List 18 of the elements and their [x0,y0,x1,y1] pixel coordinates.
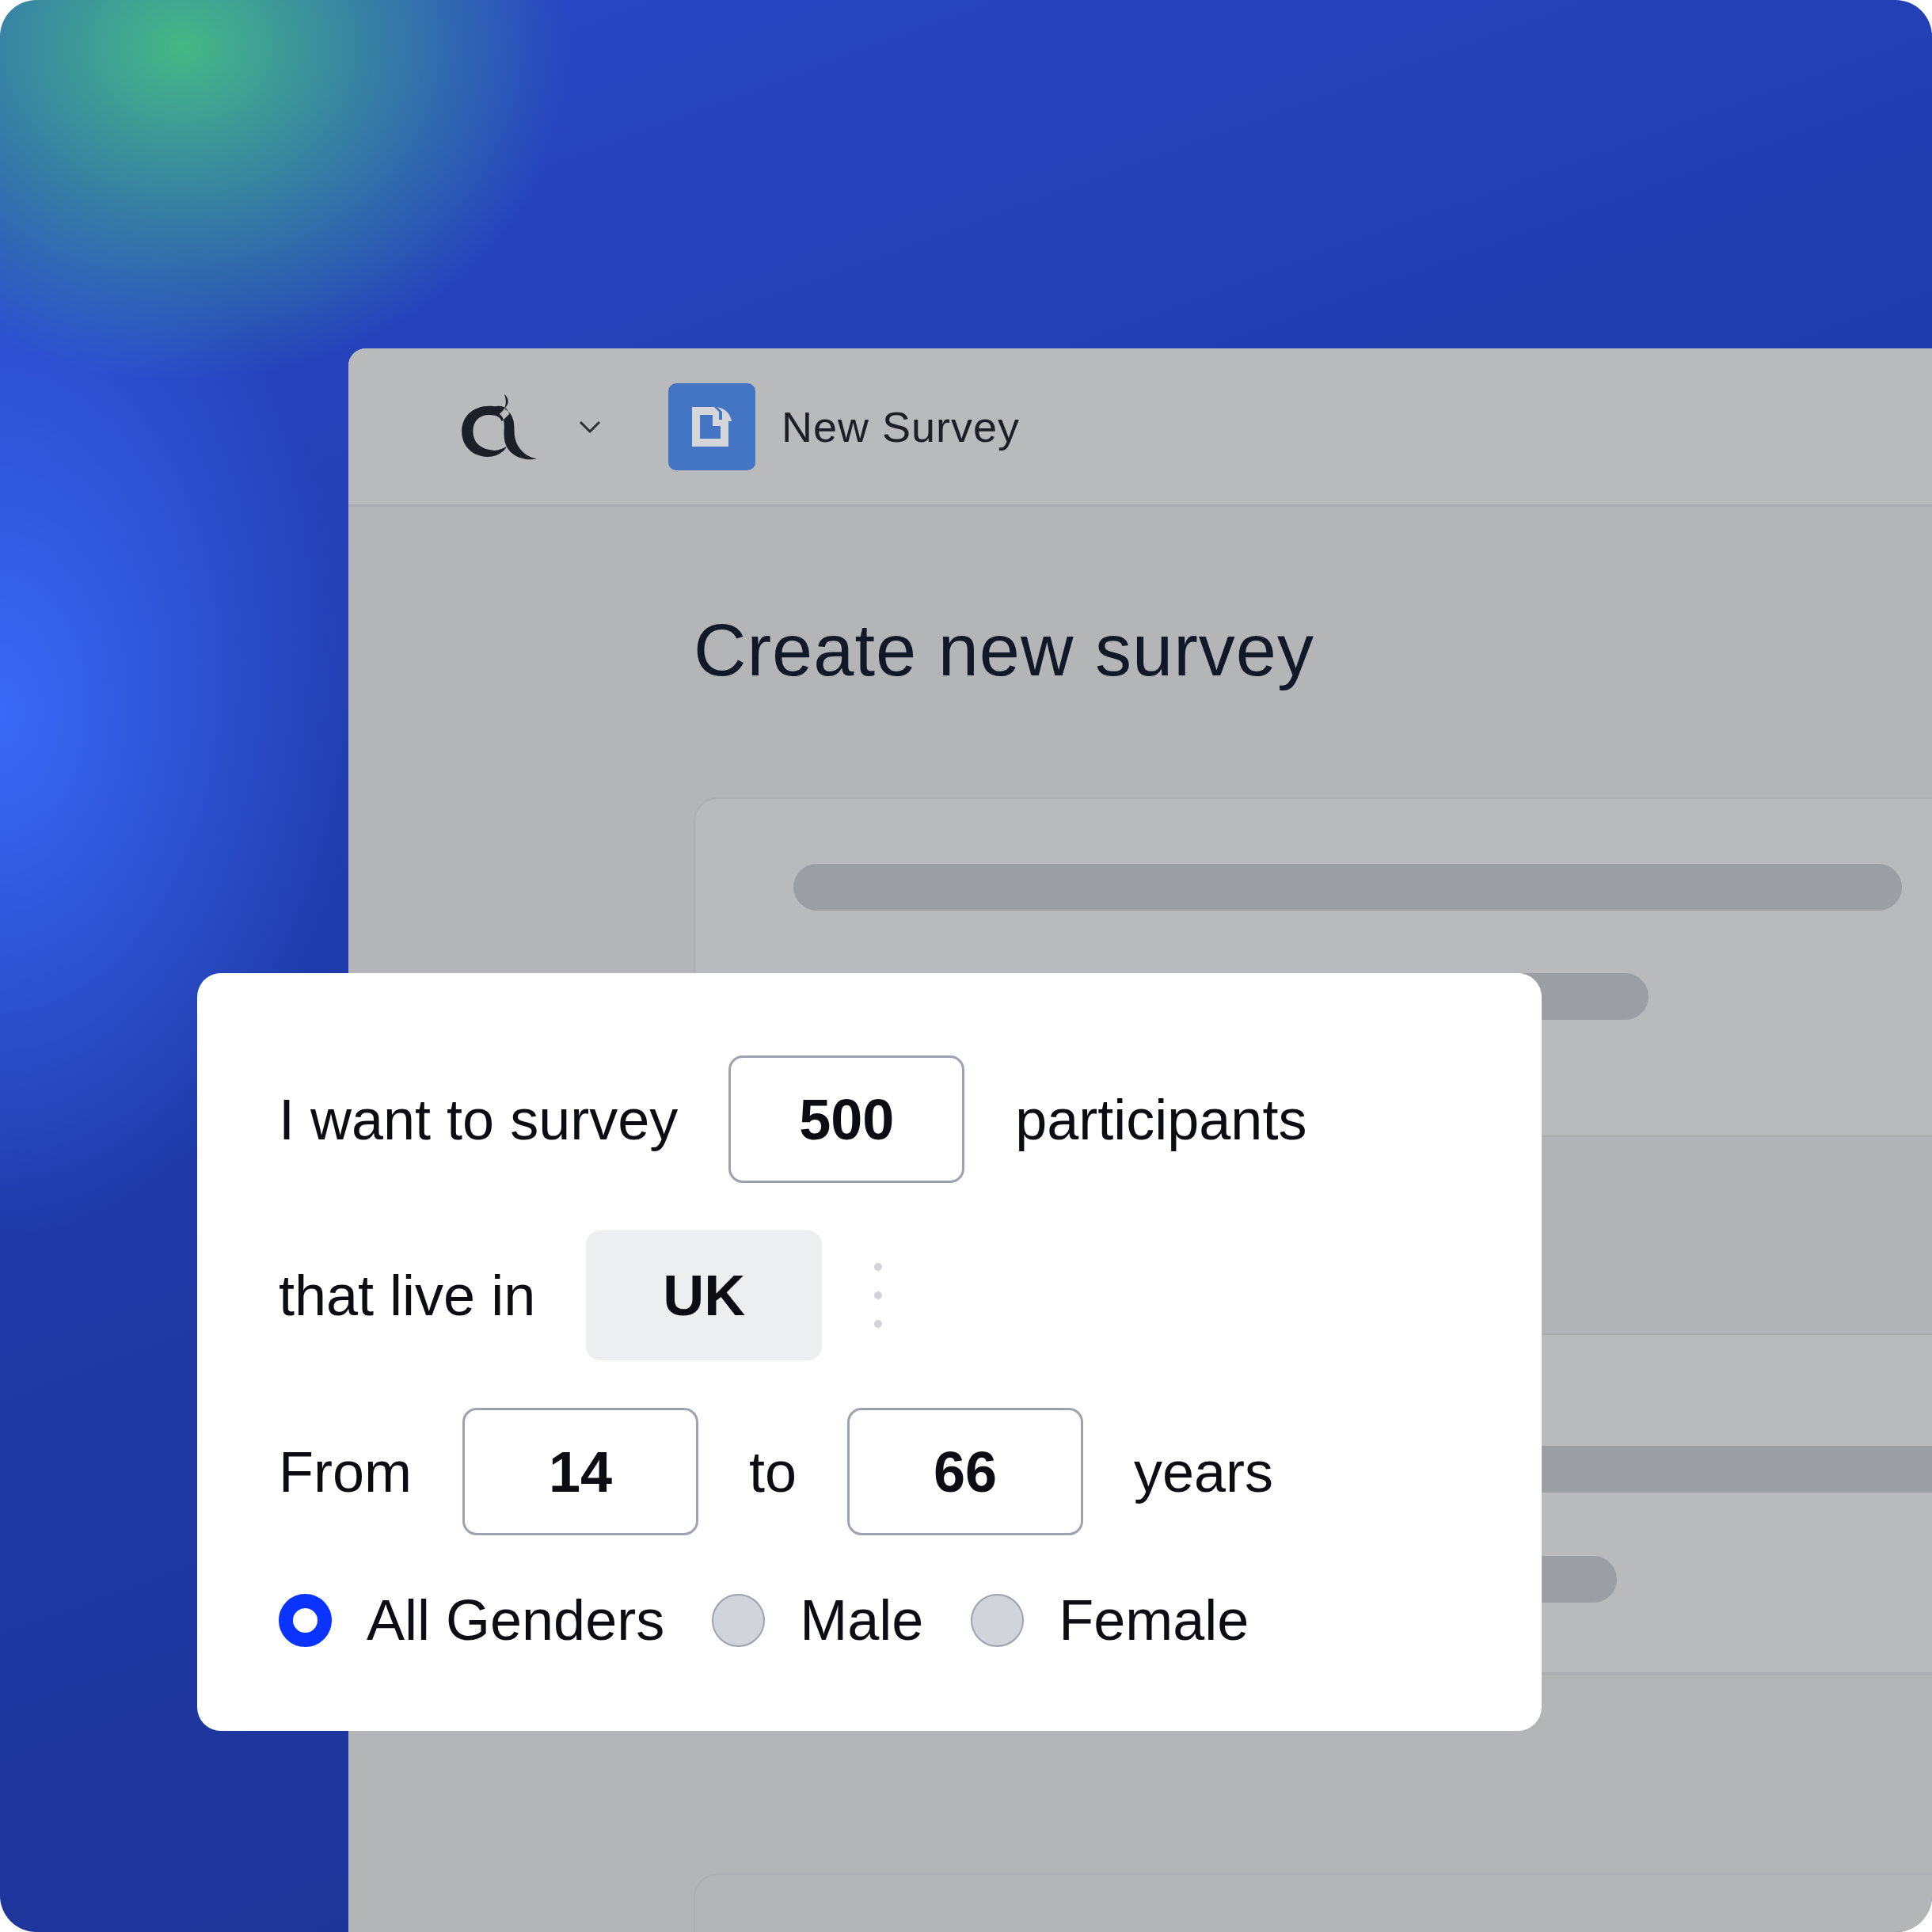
radio-label: Female [1059,1588,1249,1652]
input-field[interactable]: 66 [847,1408,1084,1535]
radio-label: Male [800,1588,924,1652]
more-icon[interactable] [873,1262,884,1329]
form-label: From [279,1439,412,1504]
form-label: I want to survey [279,1086,679,1152]
form-label: that live in [279,1263,536,1328]
input-field[interactable]: 500 [728,1055,965,1183]
document-title: New Survey [782,401,1021,451]
page-heading: Create new survey [694,609,1314,692]
document-icon [668,382,755,470]
form-label: years [1134,1439,1274,1504]
radio-label: All Genders [367,1588,665,1652]
form-label: to [749,1439,797,1504]
input-field[interactable]: 14 [462,1408,698,1535]
form-label: participants [1015,1086,1307,1152]
chevron-down-icon[interactable] [578,419,602,434]
country-select[interactable]: UK [586,1230,823,1360]
